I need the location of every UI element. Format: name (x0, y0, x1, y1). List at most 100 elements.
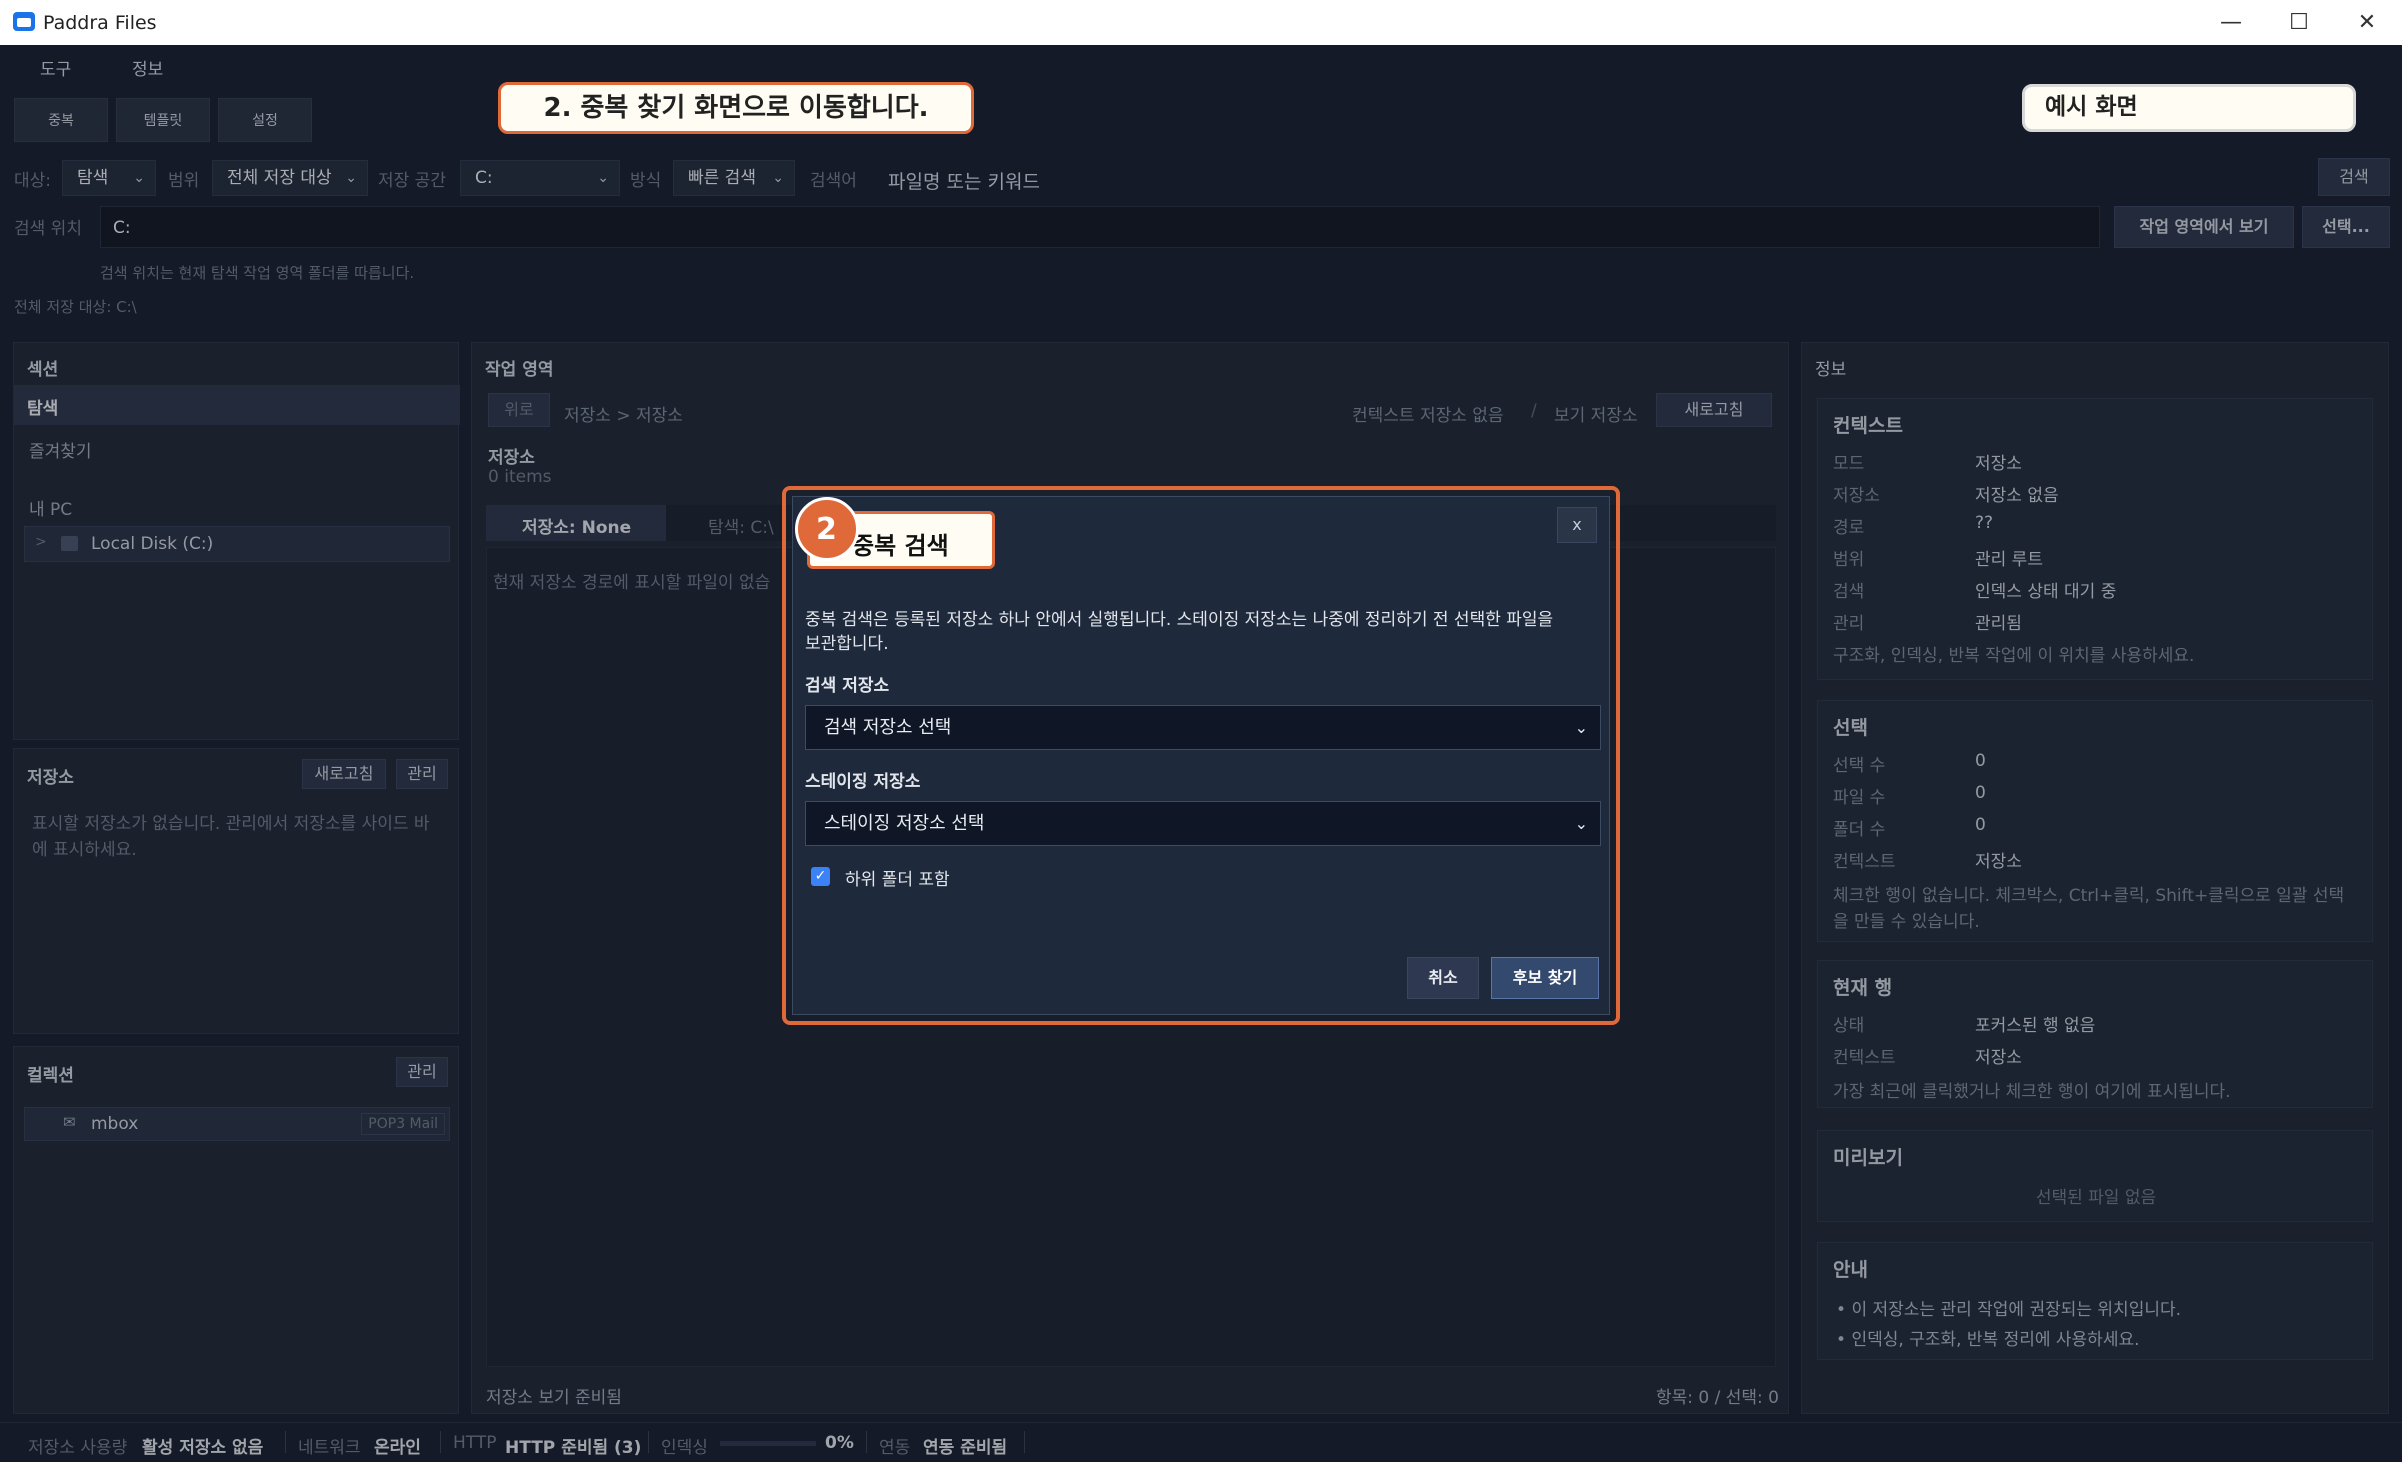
collection-manage-button[interactable]: 관리 (396, 1057, 448, 1087)
selection-key: 컨텍스트 (1833, 852, 1896, 872)
selection-note: 체크한 행이 없습니다. 체크박스, Ctrl+클릭, Shift+클릭으로 일… (1833, 886, 2345, 906)
context-card: 컨텍스트 모드 저장소 저장소 저장소 없음 경로 ?? 범위 관리 루트 검색… (1817, 398, 2373, 680)
staging-storage-select[interactable]: 스테이징 저장소 선택 ⌄ (805, 801, 1601, 846)
selection-value: 0 (1975, 815, 1986, 835)
maximize-button[interactable]: ☐ (2264, 0, 2334, 45)
target-label: 대상: (14, 171, 52, 191)
tab-explore[interactable]: 탐색: C:\ (708, 513, 774, 538)
storage-empty-text: 표시할 저장소가 없습니다. 관리에서 저장소를 사이드 바에 표시하세요. (32, 814, 430, 860)
local-disk-label: Local Disk (C:) (91, 534, 214, 554)
context-key: 모드 (1833, 454, 1865, 474)
storage-title: 저장소 (27, 768, 74, 788)
sections-panel: 섹션 탐색 즐겨찾기 내 PC > Local Disk (C:) (13, 342, 460, 740)
location-value: C: (113, 218, 131, 238)
title-bar: Paddra Files — ☐ ✕ (0, 0, 2402, 45)
minimize-button[interactable]: — (2196, 0, 2266, 45)
preview-empty: 선택된 파일 없음 (2035, 1188, 2157, 1208)
search-storage-value: 검색 저장소 선택 (824, 717, 952, 738)
info-title: 정보 (1815, 360, 1847, 380)
storage-manage-button[interactable]: 관리 (396, 759, 448, 789)
up-button[interactable]: 위로 (488, 393, 550, 427)
indexing-value: 0% (825, 1433, 854, 1453)
dialog-description: 보관합니다. (805, 634, 889, 654)
tab-storage-label: 저장소: None (522, 518, 632, 538)
guide-card: 안내 • 이 저장소는 관리 작업에 권장되는 위치입니다. • 인덱싱, 구조… (1817, 1242, 2373, 1360)
location-input[interactable]: C: (100, 206, 2100, 248)
guide-item-text: 인덱싱, 구조화, 반복 정리에 사용하세요. (1851, 1330, 2140, 1350)
collection-item[interactable]: ✉ mbox POP3 Mail (24, 1107, 450, 1141)
menu-info[interactable]: 정보 (132, 55, 163, 80)
step-badge-number: 2 (816, 512, 837, 547)
method-label: 방식 (630, 171, 662, 191)
chevron-down-icon: ⌄ (133, 170, 145, 186)
settings-button[interactable]: 설정 (218, 98, 312, 142)
collection-panel: 컬렉션 관리 ✉ mbox POP3 Mail (13, 1046, 459, 1414)
tab-storage[interactable]: 저장소: None (486, 505, 666, 541)
query-input[interactable]: 파일명 또는 키워드 (888, 167, 1040, 194)
selection-key: 선택 수 (1833, 756, 1886, 776)
context-value: ?? (1975, 513, 1994, 533)
current-row-value: 저장소 (1975, 1048, 2022, 1068)
context-key: 범위 (1833, 550, 1865, 570)
close-icon[interactable]: x (1557, 507, 1597, 543)
guide-title: 안내 (1833, 1259, 1868, 1281)
method-select[interactable]: 빠른 검색 ⌄ (673, 160, 795, 196)
step-callout: 2. 중복 찾기 화면으로 이동합니다. (498, 82, 974, 134)
duplicate-search-dialog: 중복 검색 2 x 중복 검색은 등록된 저장소 하나 안에서 실행됩니다. 스… (792, 496, 1610, 1015)
current-row-note: 가장 최근에 클릭했거나 체크한 행이 여기에 표시됩니다. (1833, 1082, 2231, 1102)
view-in-workspace-button[interactable]: 작업 영역에서 보기 (2114, 206, 2294, 248)
chevron-right-icon[interactable]: > (35, 534, 47, 550)
dup-button[interactable]: 중복 (14, 98, 108, 142)
filter-bar: 대상: 탐색 ⌄ 범위 전체 저장 대상 ⌄ 저장 공간 C: ⌄ 방식 빠른 검색 ⌄… (0, 154, 2402, 202)
sections-title: 섹션 (27, 360, 59, 380)
storage-panel: 저장소 새로고침 관리 표시할 저장소가 없습니다. 관리에서 저장소를 사이드… (13, 748, 459, 1034)
selection-value: 저장소 (1975, 852, 2022, 872)
status-divider (1024, 1431, 1025, 1453)
chevron-down-icon: ⌄ (1574, 814, 1588, 833)
context-value: 저장소 없음 (1975, 486, 2059, 506)
window-title: Paddra Files (43, 12, 157, 34)
location-hint: 검색 위치는 현재 탐색 작업 영역 폴더를 따릅니다. (100, 264, 415, 282)
chevron-down-icon: ⌄ (1574, 718, 1588, 737)
context-title: 컨텍스트 (1833, 415, 1903, 437)
find-candidates-button[interactable]: 후보 찾기 (1491, 957, 1599, 999)
workspace-refresh-button[interactable]: 새로고침 (1656, 393, 1772, 427)
status-divider (440, 1431, 441, 1453)
target-select[interactable]: 탐색 ⌄ (62, 160, 156, 196)
storage-select[interactable]: C: ⌄ (460, 160, 620, 196)
item-selection-count: 항목: 0 / 선택: 0 (1656, 1388, 1779, 1408)
search-storage-select[interactable]: 검색 저장소 선택 ⌄ (805, 705, 1601, 750)
search-storage-label: 검색 저장소 (805, 676, 890, 696)
cancel-button[interactable]: 취소 (1407, 957, 1479, 999)
template-button[interactable]: 템플릿 (116, 98, 210, 142)
close-button[interactable]: ✕ (2332, 0, 2402, 45)
workspace-title: 작업 영역 (485, 360, 554, 380)
guide-item: • 이 저장소는 관리 작업에 권장되는 위치입니다. (1836, 1300, 2182, 1320)
example-callout: 예시 화면 (2022, 84, 2356, 132)
sidebar-item-explore[interactable]: 탐색 (14, 385, 460, 425)
all-storage-text: 전체 저장 대상: C:\ (14, 298, 137, 316)
search-button[interactable]: 검색 (2318, 158, 2390, 196)
current-row-value: 포커스된 행 없음 (1975, 1016, 2096, 1036)
context-value: 저장소 (1975, 454, 2022, 474)
scope-select[interactable]: 전체 저장 대상 ⌄ (212, 160, 368, 196)
mail-icon: ✉ (63, 1113, 76, 1131)
sidebar-item-label: 탐색 (27, 399, 59, 419)
select-location-button[interactable]: 선택... (2302, 206, 2390, 248)
workspace-heading: 저장소 (488, 448, 535, 468)
chevron-down-icon: ⌄ (345, 170, 357, 186)
storage-refresh-button[interactable]: 새로고침 (302, 759, 386, 789)
menu-tools[interactable]: 도구 (40, 55, 71, 80)
file-list-empty-text: 현재 저장소 경로에 표시할 파일이 없습 (493, 573, 771, 593)
query-label: 검색어 (810, 171, 857, 191)
collection-item-label: mbox (91, 1114, 139, 1134)
tree-item-local-disk[interactable]: > Local Disk (C:) (24, 526, 450, 562)
sidebar-item-favorites[interactable]: 즐겨찾기 (29, 437, 92, 462)
selection-card: 선택 선택 수 0 파일 수 0 폴더 수 0 컨텍스트 저장소 체크한 행이 … (1817, 700, 2373, 942)
current-row-title: 현재 행 (1833, 977, 1893, 999)
status-divider (285, 1431, 286, 1453)
usage-value: 활성 저장소 없음 (142, 1438, 264, 1458)
include-subfolders-checkbox[interactable]: ✓ (811, 867, 830, 886)
http-label: HTTP (453, 1433, 497, 1453)
selection-note: 을 만들 수 있습니다. (1833, 912, 1980, 932)
